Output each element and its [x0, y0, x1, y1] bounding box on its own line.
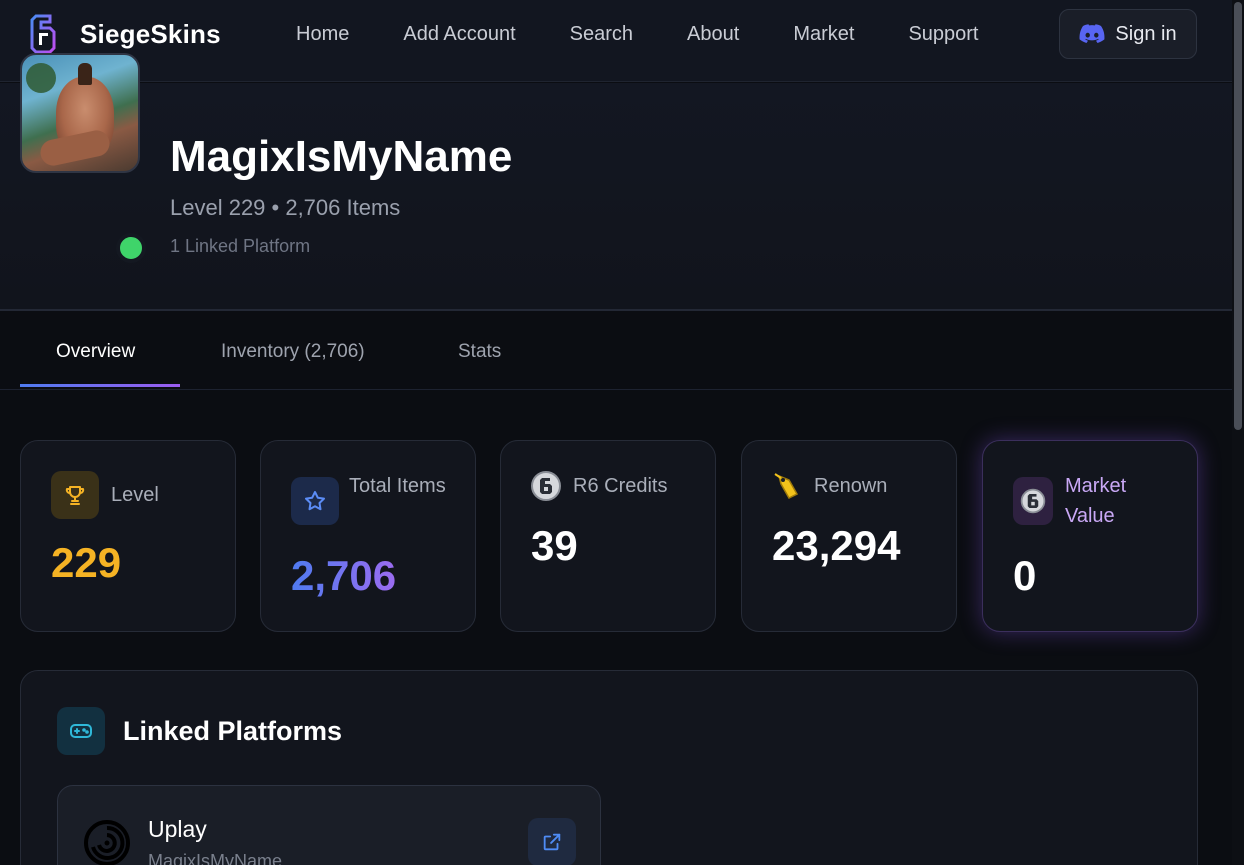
scrollbar-thumb[interactable] — [1234, 2, 1242, 430]
stat-value-level: 229 — [51, 539, 122, 586]
stat-label-level: Level — [111, 484, 159, 506]
tab-stats[interactable]: Stats — [458, 340, 501, 364]
avatar-mohawk — [78, 63, 92, 85]
online-status-indicator — [116, 233, 146, 263]
stat-value-market-value: 0 — [1013, 552, 1037, 599]
stat-card-level: Level 229 — [20, 440, 236, 632]
platform-name: Uplay — [148, 816, 207, 842]
external-link-icon — [543, 833, 561, 851]
gamepad-icon — [57, 707, 105, 755]
open-external-button[interactable] — [528, 818, 576, 865]
profile-username: MagixIsMyName — [170, 132, 513, 181]
r6-credits-icon — [529, 469, 563, 503]
avatar-tree — [26, 63, 56, 93]
avatar-arm — [38, 128, 112, 168]
uplay-logo-icon — [84, 820, 130, 865]
star-icon — [291, 477, 339, 525]
stat-card-renown: Renown 23,294 — [741, 440, 957, 632]
linked-platforms-title: Linked Platforms — [123, 716, 343, 746]
stat-label-renown: Renown — [814, 475, 888, 497]
top-navbar: SiegeSkins Home Add Account Search About… — [0, 0, 1232, 82]
stat-label-r6-credits: R6 Credits — [573, 475, 668, 497]
nav-link-market[interactable]: Market — [793, 22, 854, 46]
linked-platforms-panel: Linked Platforms Uplay MagixIsMyName — [20, 670, 1198, 865]
brand-name: SiegeSkins — [80, 18, 221, 49]
siege-logo-icon — [30, 14, 56, 54]
r6-logo-icon — [1013, 477, 1053, 525]
nav-link-search[interactable]: Search — [570, 22, 633, 46]
stat-label-total-items: Total Items — [349, 475, 446, 497]
nav-link-support[interactable]: Support — [908, 22, 978, 46]
brand[interactable]: SiegeSkins — [30, 14, 221, 54]
stat-value-renown: 23,294 — [772, 522, 901, 569]
nav-link-home[interactable]: Home — [296, 22, 349, 46]
platform-card-uplay: Uplay MagixIsMyName — [57, 785, 601, 865]
stat-value-r6-credits: 39 — [531, 522, 578, 569]
sign-in-button[interactable]: Sign in — [1059, 9, 1197, 59]
profile-level-items: Level 229 • 2,706 Items — [170, 195, 401, 220]
nav-links: Home Add Account Search About Market Sup… — [296, 22, 1033, 46]
profile-linked-count: 1 Linked Platform — [170, 236, 311, 256]
active-tab-indicator — [20, 384, 180, 387]
trophy-icon — [51, 471, 99, 519]
stat-value-total-items: 2,706 — [291, 552, 397, 599]
nav-link-about[interactable]: About — [687, 22, 739, 46]
renown-tag-icon — [770, 469, 804, 503]
stat-card-r6-credits: R6 Credits 39 — [500, 440, 716, 632]
stat-card-market-value: Market Value 0 — [982, 440, 1198, 632]
tab-overview[interactable]: Overview — [56, 340, 135, 364]
page-scrollbar[interactable] — [1232, 0, 1244, 865]
profile-tabs: Overview Inventory (2,706) Stats — [0, 313, 1232, 390]
platform-username: MagixIsMyName — [148, 851, 283, 865]
stat-label-market-value: Market Value — [1065, 475, 1127, 527]
stat-card-total-items: Total Items 2,706 — [260, 440, 476, 632]
sign-in-label: Sign in — [1115, 22, 1177, 45]
discord-icon — [1079, 24, 1105, 43]
nav-link-add-account[interactable]: Add Account — [403, 22, 515, 46]
tab-inventory[interactable]: Inventory (2,706) — [221, 340, 365, 364]
avatar — [20, 53, 140, 173]
